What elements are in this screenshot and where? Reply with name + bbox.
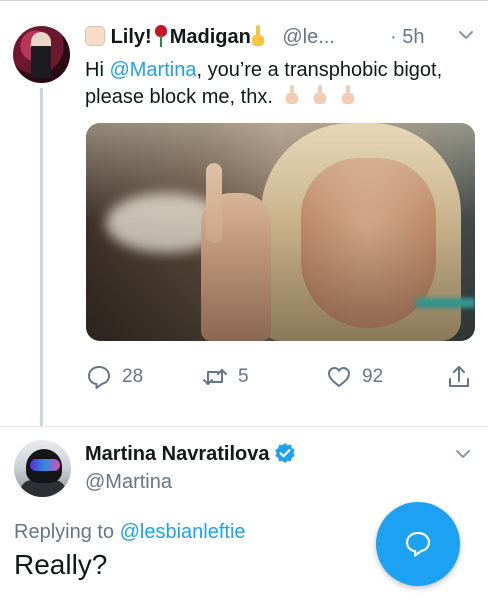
tweet-media-image[interactable]: [86, 123, 475, 341]
user-handle[interactable]: @le...: [282, 26, 335, 48]
like-icon: [328, 367, 350, 387]
thread-connector-line: [40, 88, 43, 426]
avatar[interactable]: [13, 26, 70, 83]
raised-hand-emoji-icon: [85, 26, 105, 46]
tweet-timestamp[interactable]: · 5h: [390, 24, 424, 50]
mention-link[interactable]: @lesbianleftie: [120, 521, 246, 543]
mention-link[interactable]: @Martina: [109, 59, 196, 81]
compose-reply-icon: [405, 531, 431, 557]
tweet-header: Lily! Madigan @le... · 5h: [85, 24, 480, 50]
like-button[interactable]: 92: [326, 362, 383, 392]
retweet-count: 5: [238, 366, 249, 387]
display-name[interactable]: Lily! Madigan: [111, 25, 265, 48]
retweet-button[interactable]: 5: [202, 362, 249, 392]
reply-icon: [88, 366, 110, 389]
divider: [0, 426, 488, 427]
pointing-finger-emoji-icon: [339, 85, 357, 105]
user-handle[interactable]: @Martina: [85, 469, 172, 495]
tweet-actions: 28 5 92: [86, 362, 481, 392]
tweet-text: Really?: [14, 549, 108, 580]
reply-count: 28: [122, 366, 144, 387]
pointing-finger-emoji-icon: [283, 85, 301, 105]
share-icon: [449, 366, 469, 387]
share-button[interactable]: [446, 362, 472, 392]
pointing-finger-emoji-icon: [311, 85, 329, 105]
display-name[interactable]: Martina Navratilova: [85, 441, 296, 467]
avatar[interactable]: [14, 440, 71, 497]
chevron-down-icon[interactable]: [457, 26, 475, 44]
replying-to-label: Replying to @lesbianleftie: [14, 521, 246, 543]
retweet-icon: [203, 369, 227, 385]
compose-reply-button[interactable]: [376, 502, 460, 586]
pointing-finger-emoji-icon: [251, 25, 265, 47]
top-border: [0, 0, 488, 1]
verified-badge-icon: [274, 443, 295, 463]
reply-button[interactable]: 28: [86, 362, 143, 392]
tweet-text: Hi @Martina, you’re a transphobic bigot,…: [85, 59, 443, 108]
rose-emoji-icon: [154, 25, 168, 47]
chevron-down-icon[interactable]: [454, 445, 472, 463]
like-count: 92: [362, 366, 384, 387]
